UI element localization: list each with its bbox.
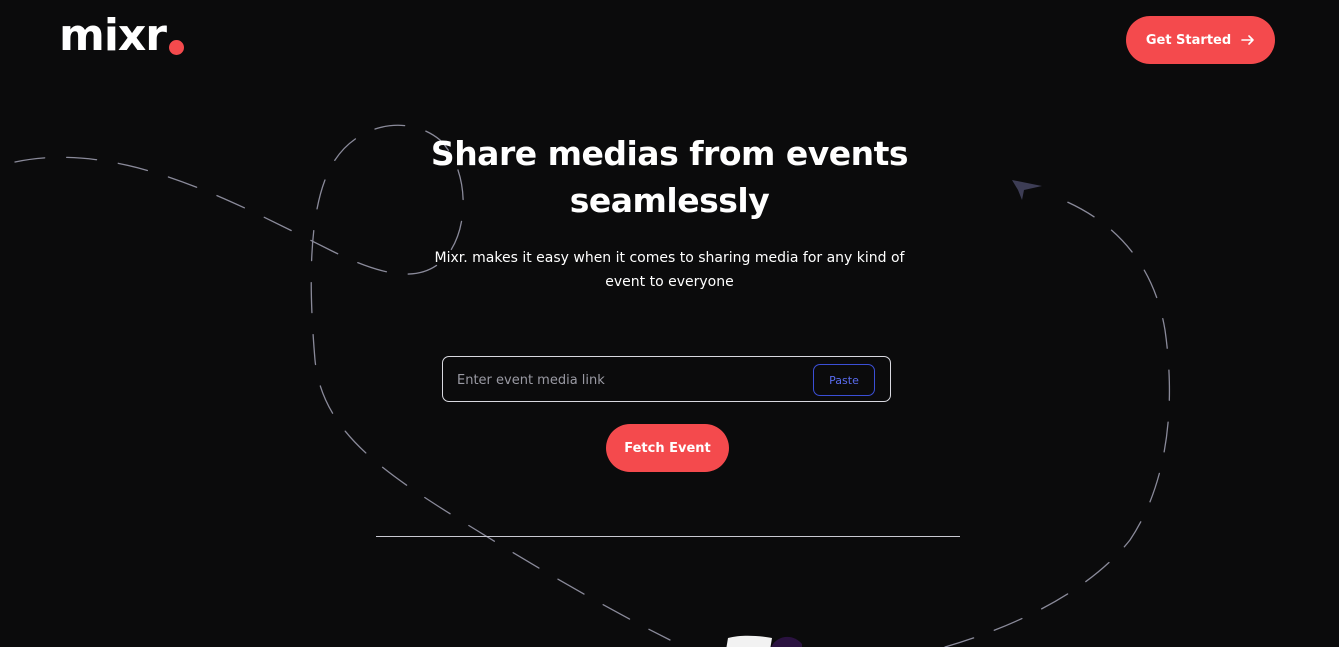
section-divider xyxy=(376,536,960,537)
brand-logo-text: mixr xyxy=(59,10,167,61)
brand-logo-dot xyxy=(169,40,185,55)
paste-button[interactable]: Paste xyxy=(813,364,875,396)
hero-subtitle-line2: event to everyone xyxy=(605,274,734,290)
get-started-button[interactable]: Get Started xyxy=(1126,16,1275,64)
illustration-peek xyxy=(726,635,802,647)
arrow-right-icon xyxy=(1241,35,1254,45)
dashed-flight-path xyxy=(14,124,1171,647)
get-started-label: Get Started xyxy=(1145,32,1232,48)
hero-title-line1: Share medias from events xyxy=(430,134,909,173)
event-link-input[interactable] xyxy=(455,357,809,403)
hero-title: Share medias from events seamlessly xyxy=(0,130,1339,224)
landing-page: mixr Get Started Share medias from event… xyxy=(0,0,1339,647)
fetch-event-button[interactable]: Fetch Event xyxy=(606,424,729,472)
hero-subtitle: Mixr. makes it easy when it comes to sha… xyxy=(0,246,1339,294)
hero-subtitle-line1: Mixr. makes it easy when it comes to sha… xyxy=(434,250,905,266)
event-link-form: Paste xyxy=(442,356,891,403)
brand-logo[interactable]: mixr xyxy=(59,10,185,61)
hero-title-line2: seamlessly xyxy=(569,181,770,220)
